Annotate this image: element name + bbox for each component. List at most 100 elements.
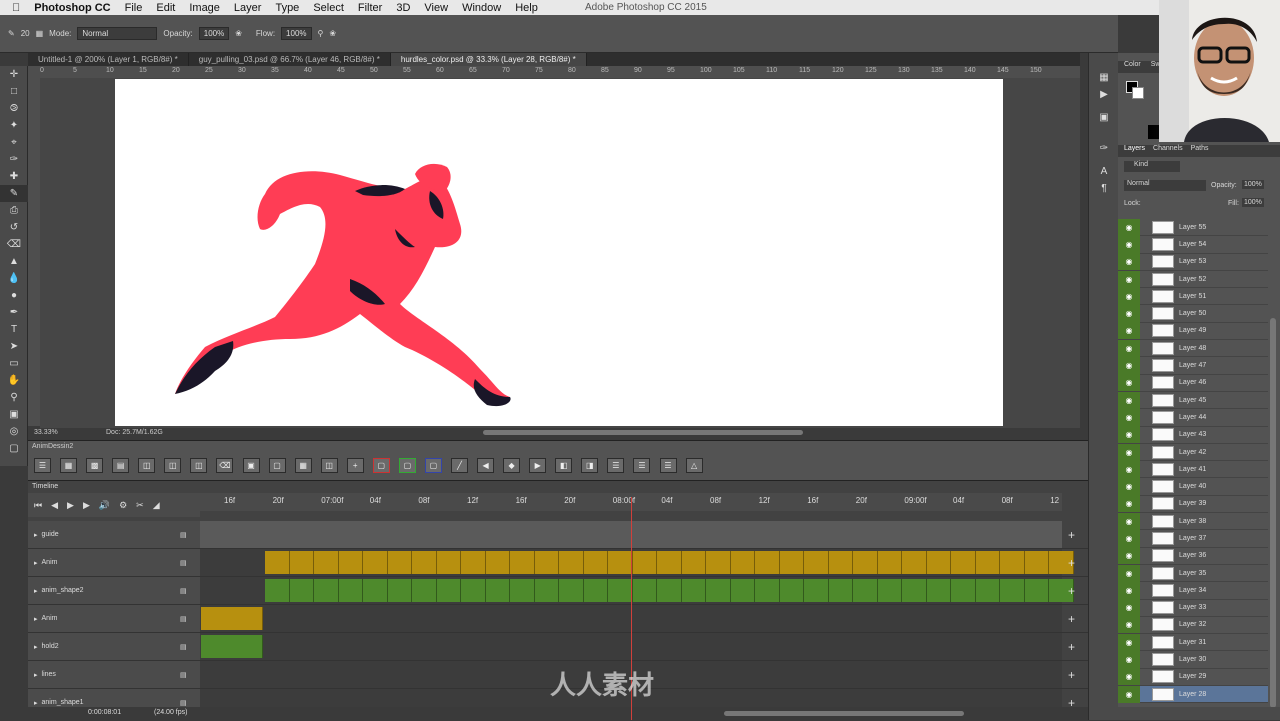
- visibility-eye-icon[interactable]: ◉: [1118, 668, 1140, 686]
- tab-guy-pulling[interactable]: guy_pulling_03.psd @ 66.7% (Layer 46, RG…: [189, 53, 391, 66]
- blur-tool-icon[interactable]: 💧: [0, 270, 28, 287]
- visibility-eye-icon[interactable]: ◉: [1118, 443, 1140, 461]
- paint-bucket-icon[interactable]: ▲: [0, 253, 28, 270]
- frame-clip[interactable]: [583, 551, 608, 574]
- menu-image[interactable]: Image: [189, 2, 220, 14]
- horizontal-scrollbar[interactable]: [483, 430, 803, 435]
- visibility-eye-icon[interactable]: ◉: [1118, 235, 1140, 253]
- visibility-eye-icon[interactable]: ◉: [1118, 547, 1140, 565]
- frame-clip[interactable]: [951, 579, 976, 602]
- layer-row[interactable]: ◉ Layer 48: [1118, 339, 1268, 358]
- layer-row[interactable]: ◉ Layer 42: [1118, 443, 1268, 462]
- frame-clip[interactable]: [201, 635, 263, 658]
- airbrush-icon[interactable]: ⚲: [318, 29, 324, 38]
- frame-clip[interactable]: [877, 551, 902, 574]
- visibility-eye-icon[interactable]: ◉: [1118, 478, 1140, 496]
- frame-clip[interactable]: [387, 551, 412, 574]
- layer-row[interactable]: ◉ Layer 49: [1118, 322, 1268, 341]
- frame-clip[interactable]: [804, 551, 829, 574]
- frame-clip[interactable]: [779, 551, 804, 574]
- frame-clip[interactable]: [975, 551, 1000, 574]
- split-scissors-icon[interactable]: ✂: [136, 500, 144, 511]
- layer-row[interactable]: ◉ Layer 43: [1118, 426, 1268, 444]
- expand-arrow-icon[interactable]: ▸: [34, 531, 38, 539]
- expand-arrow-icon[interactable]: ▸: [34, 671, 38, 679]
- zoom-tool-icon[interactable]: ⚲: [0, 389, 28, 406]
- visibility-eye-icon[interactable]: ◉: [1118, 685, 1140, 703]
- layer-row[interactable]: ◉ Layer 33: [1118, 599, 1268, 617]
- menu-filter[interactable]: Filter: [358, 2, 382, 14]
- paragraph-panel-icon[interactable]: ¶: [1089, 180, 1119, 197]
- frame-clip[interactable]: [608, 551, 633, 574]
- layer-copy-icon[interactable]: ◫: [190, 458, 208, 473]
- next-key-icon[interactable]: ▶: [529, 458, 547, 473]
- layer-row[interactable]: ◉ Layer 36: [1118, 547, 1268, 565]
- frame-clip[interactable]: [485, 579, 510, 602]
- frame-clip[interactable]: [902, 551, 927, 574]
- visibility-eye-icon[interactable]: ◉: [1118, 408, 1140, 426]
- lasso-tool-icon[interactable]: ⧁: [0, 100, 28, 117]
- tab-layers[interactable]: Layers: [1124, 145, 1145, 157]
- key-icon[interactable]: ◆: [503, 458, 521, 473]
- frame-clip[interactable]: [363, 579, 388, 602]
- next-frame-icon[interactable]: ▶: [83, 500, 90, 511]
- layer-row[interactable]: ◉ Layer 40: [1118, 478, 1268, 496]
- extend-left-icon[interactable]: ◧: [555, 458, 573, 473]
- frame-clip[interactable]: [730, 579, 755, 602]
- track-header[interactable]: ▸ lines ▤: [28, 661, 200, 688]
- timeline-track[interactable]: ▸ hold2 ▤ +: [28, 633, 1088, 661]
- marquee-tool-icon[interactable]: □: [0, 83, 28, 100]
- crop-tool-icon[interactable]: ⌖: [0, 134, 28, 151]
- layer-row[interactable]: ◉ Layer 35: [1118, 564, 1268, 583]
- green-onion-icon[interactable]: ▢: [398, 458, 416, 473]
- eyedropper-tool-icon[interactable]: ✑: [0, 151, 28, 168]
- add-media-icon[interactable]: +: [1068, 612, 1075, 626]
- frame-clip[interactable]: [510, 579, 535, 602]
- frame-clip[interactable]: [902, 579, 927, 602]
- visibility-eye-icon[interactable]: ◉: [1118, 460, 1140, 478]
- menu-edit[interactable]: Edit: [156, 2, 175, 14]
- film-strip-icon[interactable]: ▤: [180, 643, 187, 651]
- mode-select[interactable]: Normal: [77, 27, 158, 40]
- timeline-track[interactable]: ▸ guide ▤ +: [28, 521, 1088, 549]
- frame-clip[interactable]: [632, 579, 657, 602]
- visibility-eye-icon[interactable]: ◉: [1118, 305, 1140, 323]
- frame-clip[interactable]: [657, 551, 682, 574]
- layer-row[interactable]: ◉ Layer 38: [1118, 512, 1268, 531]
- save-icon[interactable]: ▤: [112, 458, 130, 473]
- menu-help[interactable]: Help: [515, 2, 538, 14]
- frame-clip[interactable]: [755, 551, 780, 574]
- add-media-icon[interactable]: +: [1068, 584, 1075, 598]
- hand-tool-icon[interactable]: ✋: [0, 372, 28, 389]
- brush-tool-icon[interactable]: ✎: [8, 29, 15, 38]
- expand-arrow-icon[interactable]: ▸: [34, 587, 38, 595]
- frame-clip[interactable]: [265, 551, 290, 574]
- visibility-eye-icon[interactable]: ◉: [1118, 426, 1140, 444]
- eraser-tool-icon[interactable]: ⌫: [0, 236, 28, 253]
- apple-icon[interactable]: : [12, 2, 20, 14]
- visibility-eye-icon[interactable]: ◉: [1118, 599, 1140, 617]
- prev-key-icon[interactable]: ◀: [477, 458, 495, 473]
- play-icon[interactable]: ▶: [67, 500, 74, 511]
- frame-clip[interactable]: [559, 551, 584, 574]
- film-strip-icon[interactable]: ▤: [180, 671, 187, 679]
- film-strip-icon[interactable]: ▤: [180, 531, 187, 539]
- frame-clip[interactable]: [412, 551, 437, 574]
- frame-clip[interactable]: [730, 551, 755, 574]
- frame-clip[interactable]: [828, 551, 853, 574]
- layer-dup-icon[interactable]: ◫: [164, 458, 182, 473]
- add-icon[interactable]: +: [346, 458, 364, 473]
- character-panel-icon[interactable]: A: [1089, 163, 1119, 180]
- visibility-eye-icon[interactable]: ◉: [1118, 581, 1140, 599]
- text-icon[interactable]: ☰: [659, 458, 677, 473]
- visibility-eye-icon[interactable]: ◉: [1118, 495, 1140, 513]
- timeline-track[interactable]: ▸ Anim ▤ +: [28, 605, 1088, 633]
- film-strip-icon[interactable]: ▤: [180, 699, 187, 707]
- frame-clip[interactable]: [755, 579, 780, 602]
- screen-mode-icon[interactable]: ▢: [0, 440, 28, 457]
- frame-clip[interactable]: [1024, 579, 1049, 602]
- frame-clip[interactable]: [926, 579, 951, 602]
- frame-clip[interactable]: [534, 551, 559, 574]
- add-media-icon[interactable]: +: [1068, 668, 1075, 682]
- blend-mode-select[interactable]: Normal: [1124, 180, 1206, 191]
